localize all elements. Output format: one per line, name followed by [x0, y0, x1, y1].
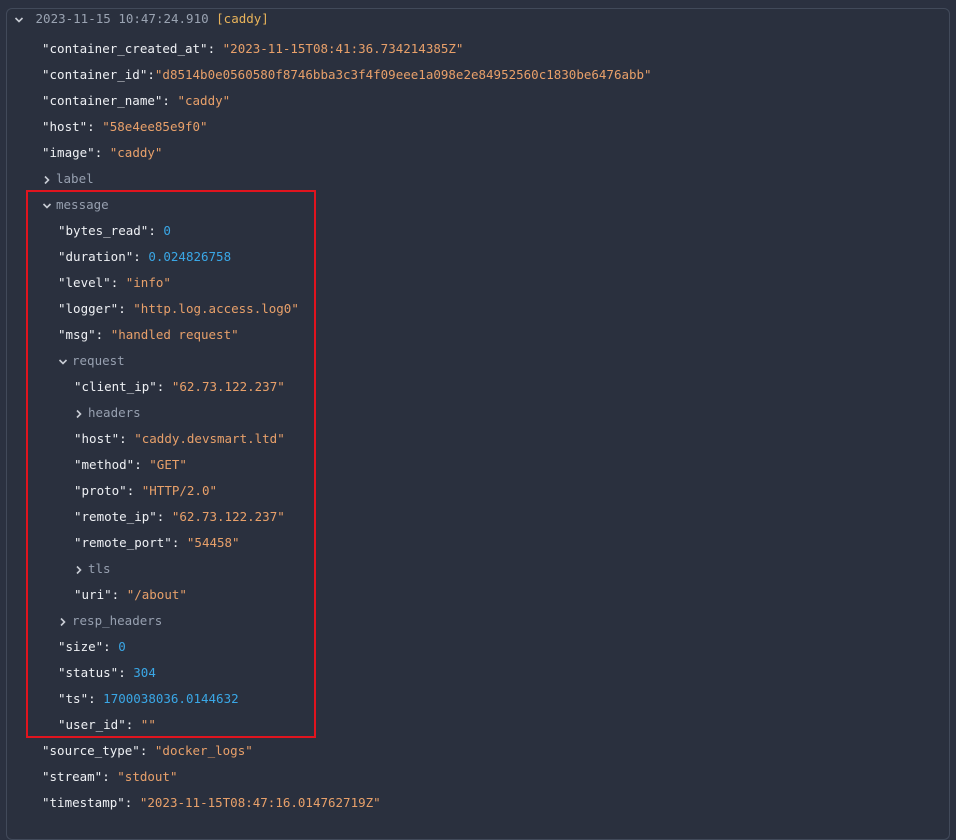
- field-key: "size": [58, 639, 104, 654]
- field-level: "level": "info": [58, 275, 171, 290]
- field-key: "status": [58, 665, 119, 680]
- log-entry-header[interactable]: 2023-11-15 10:47:24.910 [caddy]: [14, 6, 269, 32]
- log-source-tag: [caddy]: [216, 11, 269, 26]
- group-message[interactable]: message: [42, 192, 109, 218]
- chevron-right-icon[interactable]: [74, 400, 88, 426]
- field-container-id: "container_id":"d8514b0e0560580f8746bba3…: [42, 67, 652, 82]
- field-value: "stdout": [117, 769, 178, 784]
- field-key: "host": [42, 119, 88, 134]
- field-uri: "uri": "/about": [74, 587, 187, 602]
- field-key: "container_id": [42, 67, 148, 82]
- field-method: "method": "GET": [74, 457, 187, 472]
- field-key: "image": [42, 145, 95, 160]
- field-value: "caddy": [177, 93, 231, 108]
- field-key: "logger": [58, 301, 119, 316]
- field-value: "2023-11-15T08:41:36.734214385Z": [222, 41, 464, 56]
- field-duration: "duration": 0.024826758: [58, 249, 232, 264]
- field-client-ip: "client_ip": "62.73.122.237": [74, 379, 285, 394]
- field-value: "62.73.122.237": [171, 379, 285, 394]
- field-container-created-at: "container_created_at": "2023-11-15T08:4…: [42, 41, 464, 56]
- field-value: "58e4ee85e9f0": [102, 119, 208, 134]
- group-name: message: [56, 197, 109, 212]
- field-value: "54458": [186, 535, 240, 550]
- field-key: "host": [74, 431, 120, 446]
- field-key: "remote_ip": [74, 509, 157, 524]
- field-key: "timestamp": [42, 795, 125, 810]
- field-key: "remote_port": [74, 535, 172, 550]
- group-name: headers: [88, 405, 141, 420]
- group-headers[interactable]: headers: [74, 400, 141, 426]
- field-key: "uri": [74, 587, 112, 602]
- field-value: "info": [125, 275, 171, 290]
- field-image: "image": "caddy": [42, 145, 163, 160]
- field-host: "host": "58e4ee85e9f0": [42, 119, 208, 134]
- field-key: "stream": [42, 769, 103, 784]
- field-value: "http.log.access.log0": [133, 301, 299, 316]
- field-bytes-read: "bytes_read": 0: [58, 223, 171, 238]
- field-key: "level": [58, 275, 111, 290]
- field-value: "GET": [149, 457, 187, 472]
- group-name: label: [56, 171, 94, 186]
- field-size: "size": 0: [58, 639, 126, 654]
- log-timestamp: 2023-11-15 10:47:24.910: [35, 11, 209, 26]
- field-key: "bytes_read": [58, 223, 149, 238]
- field-remote-port: "remote_port": "54458": [74, 535, 240, 550]
- chevron-down-icon[interactable]: [42, 192, 56, 218]
- field-value: "HTTP/2.0": [141, 483, 218, 498]
- field-value: 0: [163, 223, 171, 238]
- chevron-right-icon[interactable]: [42, 166, 56, 192]
- field-key: "container_name": [42, 93, 163, 108]
- field-remote-ip: "remote_ip": "62.73.122.237": [74, 509, 285, 524]
- field-value: 0.024826758: [148, 249, 232, 264]
- field-timestamp: "timestamp": "2023-11-15T08:47:16.014762…: [42, 795, 381, 810]
- chevron-right-icon[interactable]: [74, 556, 88, 582]
- field-key: "source_type": [42, 743, 140, 758]
- field-request-host: "host": "caddy.devsmart.ltd": [74, 431, 285, 446]
- field-logger: "logger": "http.log.access.log0": [58, 301, 299, 316]
- field-msg: "msg": "handled request": [58, 327, 239, 342]
- field-value: "handled request": [110, 327, 239, 342]
- field-container-name: "container_name": "caddy": [42, 93, 231, 108]
- field-user-id: "user_id": "": [58, 717, 156, 732]
- group-tls[interactable]: tls: [74, 556, 111, 582]
- field-key: "container_created_at": [42, 41, 208, 56]
- field-key: "duration": [58, 249, 134, 264]
- field-key: "client_ip": [74, 379, 157, 394]
- field-key: "msg": [58, 327, 96, 342]
- chevron-down-icon[interactable]: [58, 348, 72, 374]
- group-request[interactable]: request: [58, 348, 125, 374]
- group-label[interactable]: label: [42, 166, 94, 192]
- field-proto: "proto": "HTTP/2.0": [74, 483, 218, 498]
- field-value: 304: [133, 665, 156, 680]
- field-value: "62.73.122.237": [171, 509, 285, 524]
- chevron-down-icon[interactable]: [14, 6, 28, 32]
- field-value: "docker_logs": [154, 743, 253, 758]
- field-value: "caddy.devsmart.ltd": [134, 431, 285, 446]
- field-key: "ts": [58, 691, 89, 706]
- field-source-type: "source_type": "docker_logs": [42, 743, 253, 758]
- field-status: "status": 304: [58, 665, 156, 680]
- group-resp-headers[interactable]: resp_headers: [58, 608, 162, 634]
- field-value: "": [140, 717, 156, 732]
- field-value: "2023-11-15T08:47:16.014762719Z": [139, 795, 381, 810]
- chevron-right-icon[interactable]: [58, 608, 72, 634]
- group-name: resp_headers: [72, 613, 163, 628]
- group-name: request: [72, 353, 125, 368]
- field-key: "proto": [74, 483, 127, 498]
- field-value: "d8514b0e0560580f8746bba3c3f4f09eee1a098…: [154, 67, 652, 82]
- field-key: "method": [74, 457, 135, 472]
- field-value: 1700038036.0144632: [103, 691, 239, 706]
- field-value: "caddy": [109, 145, 163, 160]
- field-stream: "stream": "stdout": [42, 769, 178, 784]
- field-value: 0: [118, 639, 126, 654]
- group-name: tls: [88, 561, 111, 576]
- field-ts: "ts": 1700038036.0144632: [58, 691, 239, 706]
- field-value: "/about": [126, 587, 187, 602]
- field-key: "user_id": [58, 717, 126, 732]
